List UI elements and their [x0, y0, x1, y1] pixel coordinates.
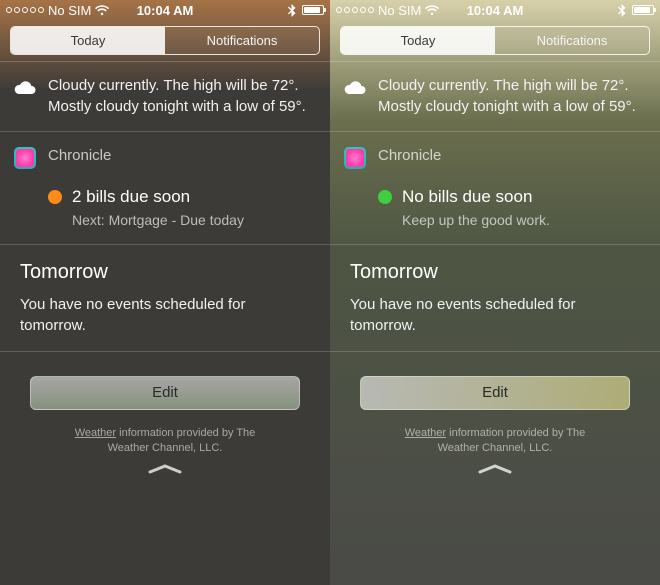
weather-section: Cloudy currently. The high will be 72°. … [0, 62, 330, 131]
weather-section: Cloudy currently. The high will be 72°. … [330, 62, 660, 131]
signal-dots-icon [6, 7, 44, 13]
widget-subtext: Keep up the good work. [402, 211, 646, 230]
cloud-icon [344, 77, 366, 99]
screenshot-right: No SIM 10:04 AM Today Notifications Clou… [330, 0, 660, 585]
bluetooth-icon [618, 4, 626, 17]
signal-dots-icon [336, 7, 374, 13]
status-bar: No SIM 10:04 AM [330, 0, 660, 20]
cloud-icon [14, 77, 36, 99]
pull-handle[interactable] [145, 463, 185, 475]
bluetooth-icon [288, 4, 296, 17]
weather-attribution-link[interactable]: Weather [405, 427, 446, 439]
chronicle-widget[interactable]: Chronicle No bills due soon Keep up the … [330, 132, 660, 243]
carrier-label: No SIM [48, 3, 91, 18]
clock-label: 10:04 AM [137, 3, 194, 18]
segmented-control: Today Notifications [10, 26, 320, 55]
view-tabs: Today Notifications [0, 20, 330, 61]
edit-button[interactable]: Edit [30, 376, 300, 410]
edit-button[interactable]: Edit [360, 376, 630, 410]
tomorrow-text: You have no events scheduled for tomorro… [20, 295, 310, 336]
view-tabs: Today Notifications [330, 20, 660, 61]
battery-icon [302, 5, 324, 15]
tab-notifications[interactable]: Notifications [495, 27, 649, 54]
tab-today[interactable]: Today [11, 27, 165, 54]
wifi-icon [425, 5, 439, 16]
widget-app-name: Chronicle [48, 146, 316, 167]
status-dot-icon [48, 190, 62, 204]
pull-handle[interactable] [475, 463, 515, 475]
chronicle-app-icon [344, 147, 366, 169]
tab-notifications[interactable]: Notifications [165, 27, 319, 54]
weather-text: Cloudy currently. The high will be 72°. … [48, 77, 306, 115]
weather-attribution: Weather information provided by The Weat… [55, 426, 275, 456]
weather-attribution: Weather information provided by The Weat… [385, 426, 605, 456]
screenshot-left: No SIM 10:04 AM Today Notifications Clou… [0, 0, 330, 585]
battery-icon [632, 5, 654, 15]
weather-text: Cloudy currently. The high will be 72°. … [378, 77, 636, 115]
widget-subtext: Next: Mortgage - Due today [72, 211, 316, 230]
clock-label: 10:04 AM [467, 3, 524, 18]
tomorrow-section: Tomorrow You have no events scheduled fo… [330, 245, 660, 351]
widget-headline: 2 bills due soon [72, 185, 190, 208]
tab-today[interactable]: Today [341, 27, 495, 54]
status-dot-icon [378, 190, 392, 204]
tomorrow-heading: Tomorrow [20, 259, 310, 287]
wifi-icon [95, 5, 109, 16]
segmented-control: Today Notifications [340, 26, 650, 55]
chronicle-widget[interactable]: Chronicle 2 bills due soon Next: Mortgag… [0, 132, 330, 243]
tomorrow-section: Tomorrow You have no events scheduled fo… [0, 245, 330, 351]
widget-headline: No bills due soon [402, 185, 532, 208]
widget-app-name: Chronicle [378, 146, 646, 167]
tomorrow-text: You have no events scheduled for tomorro… [350, 295, 640, 336]
status-bar: No SIM 10:04 AM [0, 0, 330, 20]
chronicle-app-icon [14, 147, 36, 169]
weather-attribution-link[interactable]: Weather [75, 427, 116, 439]
carrier-label: No SIM [378, 3, 421, 18]
tomorrow-heading: Tomorrow [350, 259, 640, 287]
